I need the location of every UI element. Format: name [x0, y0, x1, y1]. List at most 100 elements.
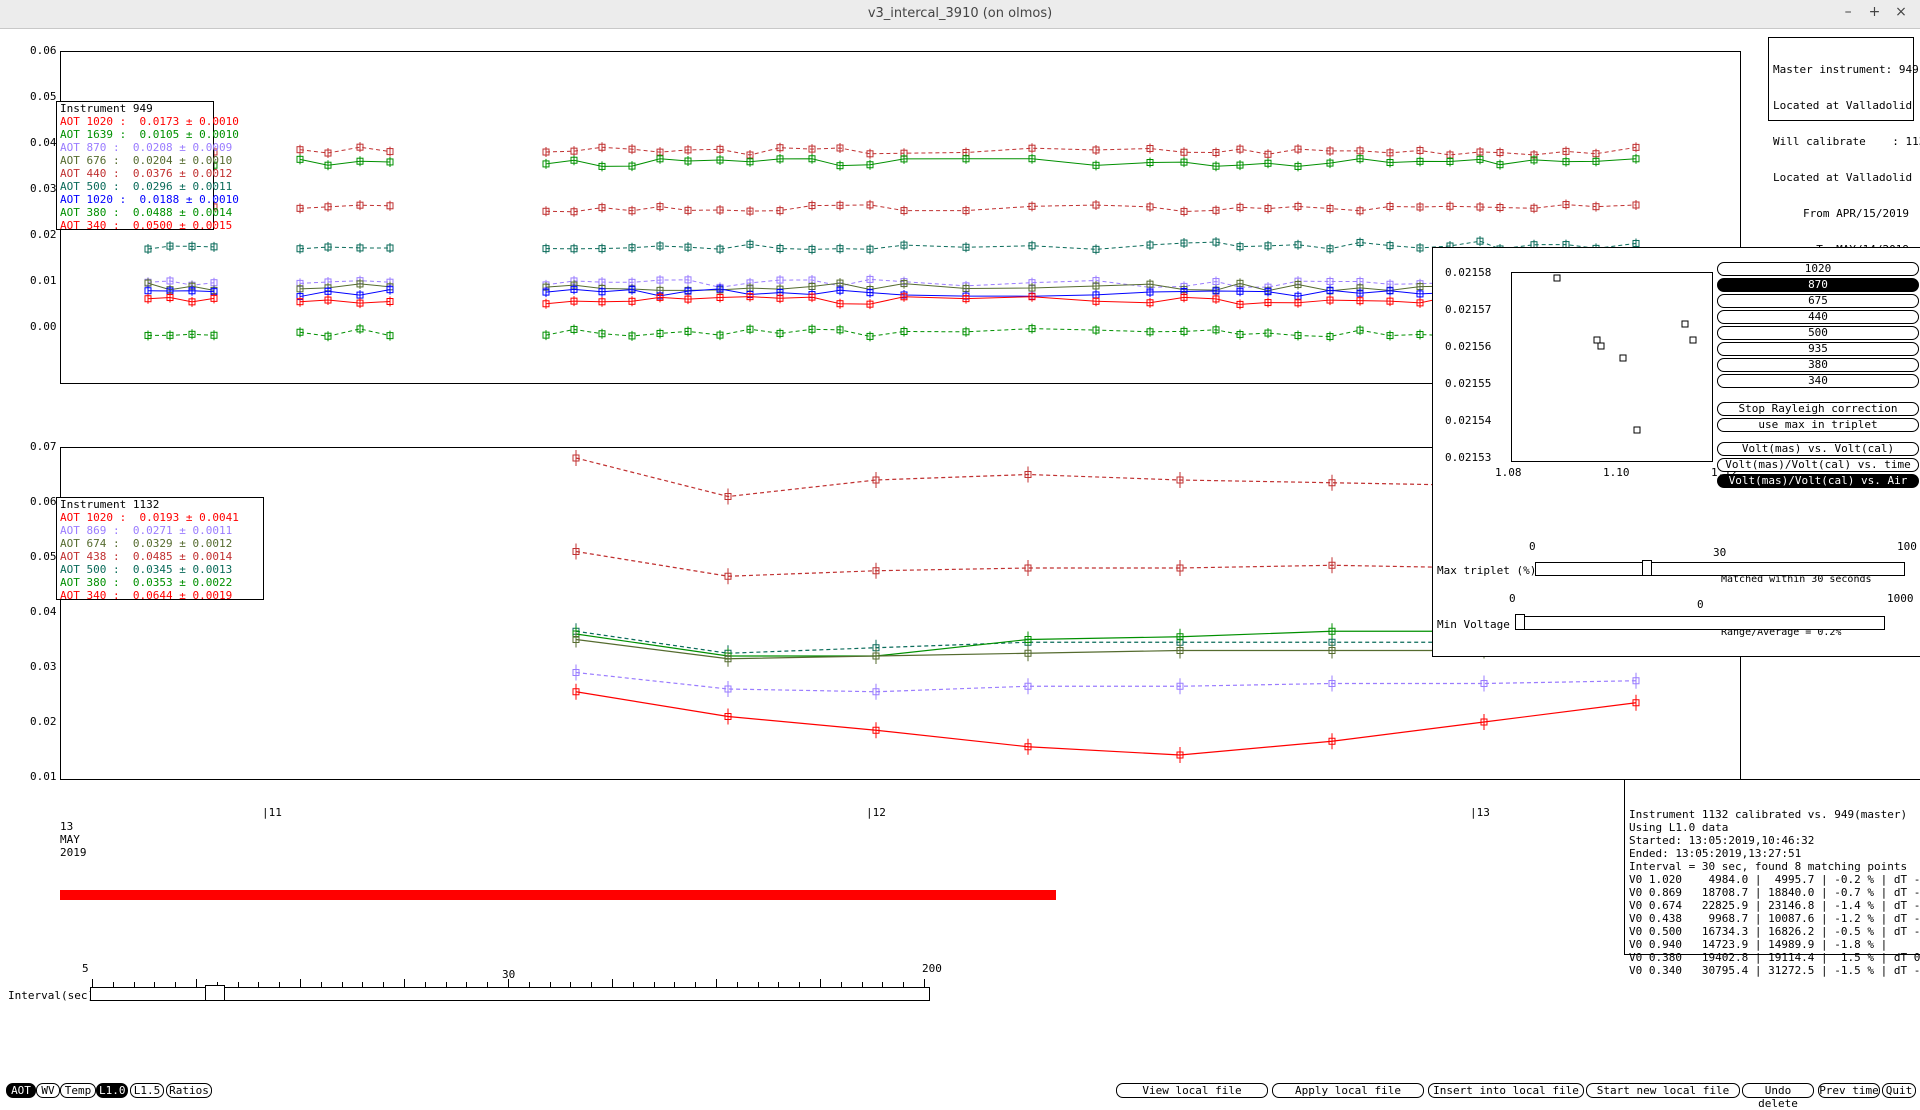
min-voltage-tick-1000: 1000 — [1887, 592, 1914, 605]
min-voltage-slider[interactable] — [1515, 616, 1885, 630]
use-max-triplet-button[interactable]: use max in triplet — [1717, 418, 1919, 432]
scatter-point — [1633, 426, 1641, 434]
interval-slider-thumb[interactable] — [205, 985, 226, 1001]
legend-spacer — [126, 193, 139, 206]
slider-tick — [487, 982, 489, 987]
legend-row: AOT 1639 : 0.0105 ± 0.0010 — [60, 128, 239, 141]
slider-tick — [549, 982, 551, 987]
min-voltage-tick-mid: 0 — [1697, 598, 1704, 611]
insert-into-local-file-button[interactable]: Insert into local file — [1428, 1083, 1584, 1098]
legend-spacer — [120, 206, 133, 219]
slider-tick — [799, 982, 801, 987]
y-tick-label: 0.02 — [30, 228, 57, 241]
legend-spacer — [120, 141, 133, 154]
legend-row: AOT 674 : 0.0329 ± 0.0012 — [60, 537, 260, 550]
series-line — [545, 158, 1637, 167]
max-triplet-slider[interactable] — [1535, 562, 1905, 576]
legend-label: AOT 869 : — [60, 524, 120, 537]
legend-row: AOT 340 : 0.0644 ± 0.0019 — [60, 589, 260, 602]
app-area: 0.06 0.05 0.04 0.03 0.02 0.01 0.00 Instrument … — [0, 29, 1920, 1110]
popup-y-tick: 0.02154 — [1445, 414, 1492, 427]
slider-tick — [840, 982, 842, 987]
legend-row: AOT 438 : 0.0485 ± 0.0014 — [60, 550, 260, 563]
close-button[interactable]: × — [1890, 4, 1912, 20]
bottom-legend-title: Instrument 1132 — [60, 498, 160, 511]
tab-aot[interactable]: AOT — [6, 1083, 36, 1098]
calibration-info-line: Ended: 13:05:2019,13:27:51 — [1629, 847, 1802, 860]
wavelength-button-675[interactable]: 675 — [1717, 294, 1919, 308]
legend-row: AOT 380 : 0.0353 ± 0.0022 — [60, 576, 260, 589]
mode-volt-vs-volt-button[interactable]: Volt(mas) vs. Volt(cal) — [1717, 442, 1919, 456]
slider-tick — [570, 982, 572, 987]
quit-button[interactable]: Quit — [1882, 1083, 1916, 1098]
legend-spacer — [120, 550, 133, 563]
slider-tick — [362, 982, 364, 987]
slider-tick — [674, 982, 676, 987]
x-tick-13: |13 — [1470, 806, 1490, 819]
legend-spacer — [120, 576, 133, 589]
slider-tick — [279, 982, 281, 987]
tab-ratios[interactable]: Ratios — [166, 1083, 212, 1098]
master-info-line: Located at Valladolid — [1773, 99, 1913, 112]
mode-ratio-vs-airmass-button[interactable]: Volt(mas)/Volt(cal) vs. Air Mass — [1717, 474, 1919, 499]
wavelength-button-500[interactable]: 500 — [1717, 326, 1919, 340]
legend-row: AOT 869 : 0.0271 ± 0.0011 — [60, 524, 260, 537]
legend-label: AOT 380 : — [60, 576, 120, 589]
start-new-local-file-button[interactable]: Start new local file — [1586, 1083, 1740, 1098]
legend-spacer — [126, 128, 139, 141]
max-triplet-slider-thumb[interactable] — [1642, 560, 1653, 576]
interval-tick-5: 5 — [82, 962, 89, 975]
wavelength-button-380[interactable]: 380 — [1717, 358, 1919, 372]
max-triplet-tick-0: 0 — [1529, 540, 1536, 553]
prev-time-button[interactable]: Prev time — [1818, 1083, 1880, 1098]
apply-local-file-button[interactable]: Apply local file — [1272, 1083, 1424, 1098]
undo-delete-button[interactable]: Undo delete — [1742, 1083, 1814, 1110]
tab-l15[interactable]: L1.5 — [130, 1083, 164, 1098]
calibration-info-line: V0 0.940 14723.9 | 14989.9 | -1.8 % | — [1629, 938, 1888, 951]
popup-x-tick: 1.10 — [1603, 466, 1630, 479]
interval-tick-200: 200 — [922, 962, 942, 975]
legend-spacer — [120, 167, 133, 180]
master-info-line: Located at Valladolid — [1773, 171, 1913, 184]
slider-tick — [320, 982, 322, 987]
wavelength-button-935[interactable]: 935 — [1717, 342, 1919, 356]
slider-tick — [445, 982, 447, 987]
slider-tick — [924, 979, 925, 987]
min-voltage-slider-thumb[interactable] — [1515, 614, 1525, 630]
legend-value: 0.0193 ± 0.0041 — [139, 511, 239, 524]
slider-tick — [528, 982, 530, 987]
series-line — [147, 333, 215, 336]
slider-tick — [175, 982, 177, 987]
legend-label: AOT 500 : — [60, 563, 120, 576]
wavelength-button-440[interactable]: 440 — [1717, 310, 1919, 324]
series-line — [545, 146, 1637, 156]
legend-value: 0.0329 ± 0.0012 — [132, 537, 233, 550]
legend-value: 0.0376 ± 0.0012 — [132, 167, 233, 180]
view-local-file-button[interactable]: View local file — [1116, 1083, 1268, 1098]
minimize-button[interactable]: – — [1837, 4, 1859, 20]
time-range-bar[interactable] — [60, 890, 1056, 900]
legend-spacer — [120, 589, 133, 602]
popup-y-tick: 0.02158 — [1445, 266, 1492, 279]
legend-value: 0.0208 ± 0.0009 — [132, 141, 233, 154]
top-legend: Instrument 949 AOT 1020 : 0.0173 ± 0.001… — [56, 101, 239, 232]
wavelength-button-870[interactable]: 870 — [1717, 278, 1919, 292]
slider-tick — [695, 982, 697, 987]
tab-wv[interactable]: WV — [36, 1083, 60, 1098]
stop-rayleigh-button[interactable]: Stop Rayleigh correction — [1717, 402, 1919, 416]
window-title: v3_intercal_3910 (on olmos) — [867, 6, 1053, 21]
scatter-point — [1689, 336, 1697, 344]
legend-value: 0.0644 ± 0.0019 — [132, 589, 233, 602]
mode-ratio-vs-time-button[interactable]: Volt(mas)/Volt(cal) vs. time — [1717, 458, 1919, 472]
master-info-line: Master instrument: 949 — [1773, 63, 1919, 76]
master-info-box: Master instrument: 949 Located at Vallad… — [1768, 37, 1920, 256]
maximize-button[interactable]: + — [1864, 4, 1886, 20]
series-line — [575, 671, 1637, 693]
wavelength-button-340[interactable]: 340 — [1717, 374, 1919, 388]
tab-l10[interactable]: L1.0 — [96, 1083, 128, 1098]
slider-tick — [258, 982, 260, 987]
calibration-info-box: Instrument 1132 calibrated vs. 949(maste… — [1624, 779, 1920, 977]
wavelength-button-1020[interactable]: 1020 — [1717, 262, 1919, 276]
slider-tick — [757, 982, 759, 987]
tab-temp[interactable]: Temp — [60, 1083, 96, 1098]
